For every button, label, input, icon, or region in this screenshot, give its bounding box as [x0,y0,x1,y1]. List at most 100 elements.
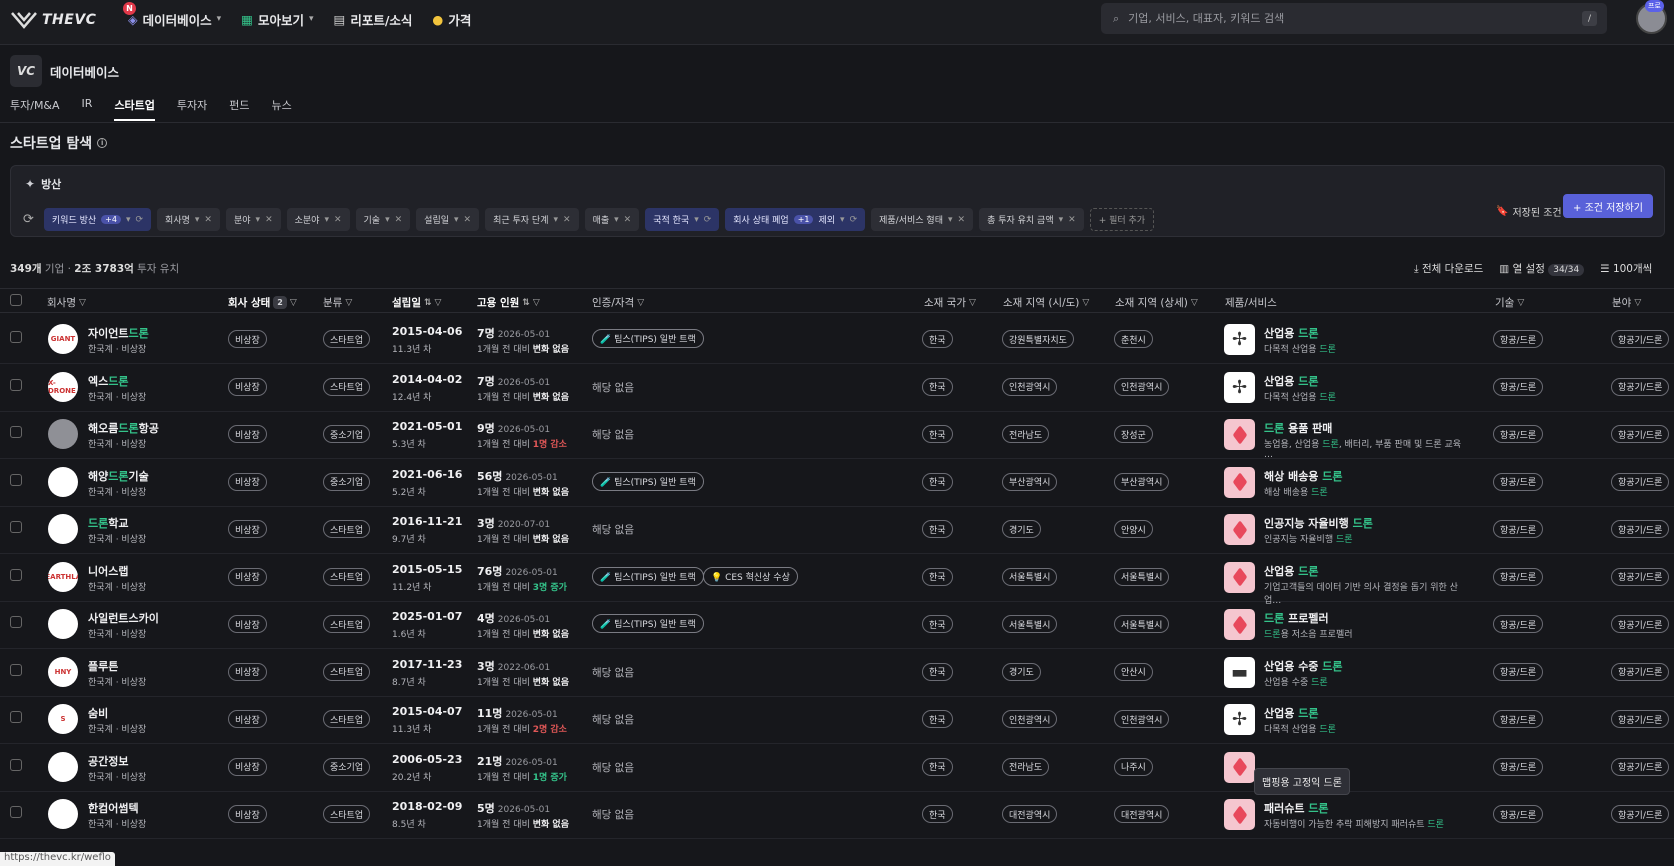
chevron-down-icon[interactable]: ▾ [948,215,953,225]
col-status[interactable]: 회사 상태 2 ▽ [228,295,297,310]
add-filter-button[interactable]: + 필터 추가 [1089,208,1155,231]
row-checkbox[interactable] [10,378,22,391]
product-image[interactable] [1224,514,1255,545]
filter-chip[interactable]: 매출 ▾ ✕ [584,208,640,231]
certification-badge[interactable]: 🧪 팁스(TIPS) 일반 트랙 [592,614,704,633]
nav-reports[interactable]: ▤ 리포트/소식 [334,10,413,29]
filter-chip[interactable]: 최근 투자 단계 ▾ ✕ [485,208,579,231]
row-checkbox[interactable] [10,473,22,486]
download-all-button[interactable]: ⤓ 전체 다운로드 [1414,261,1483,276]
filter-chip[interactable]: 키워드 방산 +4 ▾ ⟳ [43,208,152,231]
product-image[interactable]: ▬ [1224,656,1255,688]
col-field[interactable]: 분야 ▽ [1612,295,1641,310]
close-icon[interactable]: ✕ [563,215,571,225]
filter-icon[interactable]: ▽ [637,298,644,308]
filter-icon[interactable]: ▽ [435,298,442,308]
info-icon[interactable]: i [97,138,108,148]
company-name[interactable]: 한컴어썸텍 [88,800,139,816]
col-city[interactable]: 소재 지역 (상세) ▽ [1115,295,1198,310]
product-title[interactable]: 산업용 드론 [1264,563,1318,579]
company-name[interactable]: 사일런트스카이 [88,610,159,626]
refresh-icon[interactable]: ⟳ [850,215,858,225]
certification-badge[interactable]: 🧪 팁스(TIPS) 일반 트랙 [592,566,704,586]
filter-chip[interactable]: 제품/서비스 형태 ▾ ✕ [871,208,974,231]
table-row[interactable]: 해양드론기술 한국계 · 비상장 비상장 중소기업 2021-06-16 5.2년 차 56… [0,457,1674,507]
certification-badge[interactable]: 💡 CES 혁신상 수상 [703,566,798,586]
table-row[interactable]: 드론학교 한국계 · 비상장 비상장 스타트업 2016-11-21 9.7년 차 3명 20… [0,504,1674,554]
product-title[interactable]: 해상 배송용 드론 [1264,468,1343,484]
thevc-logo[interactable]: THEVC [10,9,96,31]
close-icon[interactable]: ✕ [395,215,403,225]
filter-icon[interactable]: ▽ [1517,298,1524,308]
column-settings-button[interactable]: ▥ 열 설정 34/34 [1499,261,1585,276]
filter-chip[interactable]: 회사 상태 폐업 +1 제외 ▾ ⟳ [725,208,866,231]
chevron-down-icon[interactable]: ▾ [840,215,845,225]
product-image[interactable]: ✢ [1224,324,1255,355]
row-checkbox[interactable] [10,616,22,628]
row-checkbox[interactable] [10,331,22,343]
saved-conditions-button[interactable]: 🔖 저장된 조건 [1496,204,1562,219]
company-name[interactable]: 니어스랩 [88,563,128,579]
filter-icon[interactable]: ▽ [345,298,352,308]
tab-ir[interactable]: IR [82,97,93,121]
chevron-down-icon[interactable]: ▾ [126,215,131,225]
company-name[interactable]: 공간정보 [88,753,128,769]
table-row[interactable]: 해오름드론항공 한국계 · 비상장 비상장 중소기업 2021-05-01 5.3년 차9… [0,409,1674,460]
chevron-down-icon[interactable]: ▾ [256,215,261,225]
product-title[interactable]: 패러슈트 드론 [1264,800,1329,816]
product-title[interactable]: 드론 용품 판매 [1264,420,1332,436]
sort-icon[interactable]: ⇅ [522,298,530,308]
product-image[interactable] [1224,751,1255,783]
row-checkbox[interactable] [10,663,22,676]
table-row[interactable]: S 숨비 한국계 · 비상장 비상장 스타트업 2015-04-07 11.3년 차 11명 2… [0,694,1674,744]
chevron-down-icon[interactable]: ▾ [385,215,390,225]
table-row[interactable]: X-DRONE 엑스드론 한국계 · 비상장 비상장 스타트업 2014-04-02 12.… [0,362,1674,412]
col-employees[interactable]: 고용 인원 ⇅ ▽ [477,295,540,310]
close-icon[interactable]: ✕ [334,215,342,225]
filter-chip[interactable]: 기술 ▾ ✕ [355,208,411,231]
row-checkbox[interactable] [10,758,22,771]
company-name[interactable]: 드론학교 [88,515,129,531]
filter-chip[interactable]: 국적 한국 ▾ ⟳ [645,208,720,231]
row-checkbox[interactable] [10,521,22,533]
company-name[interactable]: 숨비 [88,705,108,721]
filter-chip[interactable]: 설립일 ▾ ✕ [416,208,480,231]
close-icon[interactable]: ✕ [958,215,966,225]
product-title[interactable]: 인공지능 자율비행 드론 [1264,515,1373,531]
filter-icon[interactable]: ▽ [1634,298,1641,308]
filter-chip[interactable]: 소분야 ▾ ✕ [286,208,350,231]
col-region[interactable]: 소재 지역 (시/도) ▽ [1003,295,1089,310]
col-company[interactable]: 회사명 ▽ [47,295,86,310]
tab-startup[interactable]: 스타트업 [114,97,155,121]
table-row[interactable]: GIANT 자이언트드론 한국계 · 비상장 비상장 스타트업 2015-04-06 11.… [0,314,1674,364]
row-checkbox[interactable] [10,568,22,581]
refresh-icon[interactable]: ⟳ [704,215,712,225]
table-row[interactable]: 한컴어썸텍 한국계 · 비상장 비상장 스타트업 2018-02-09 8.5년 차 5명 2… [0,789,1674,839]
product-image[interactable]: ✢ [1224,371,1255,403]
row-checkbox[interactable] [10,806,22,818]
table-row[interactable]: 공간정보 한국계 · 비상장 비상장 중소기업 2006-05-23 20.2년 차 21명… [0,742,1674,792]
page-size-button[interactable]: ☰ 100개씩 [1600,261,1652,276]
sort-icon[interactable]: ⇅ [424,298,432,308]
company-name[interactable]: 해오름드론항공 [88,420,159,436]
tab-investor[interactable]: 투자자 [177,97,207,121]
chevron-down-icon[interactable]: ▾ [554,215,559,225]
table-row[interactable]: 사일런트스카이 한국계 · 비상장 비상장 스타트업 2025-01-07 1.6년 차 4… [0,599,1674,649]
filter-icon[interactable]: ▽ [1191,298,1198,308]
filter-icon[interactable]: ▽ [1082,298,1089,308]
filter-icon[interactable]: ▽ [79,298,86,308]
certification-badge[interactable]: 🧪 팁스(TIPS) 일반 트랙 [592,329,704,348]
tab-news[interactable]: 뉴스 [272,97,292,121]
table-row[interactable]: HNY 플루튼 한국계 · 비상장 비상장 스타트업 2017-11-23 8.7년 차 3명… [0,647,1674,697]
nav-database[interactable]: N ◈ 데이터베이스 ▾ [123,1,221,29]
product-image[interactable] [1224,466,1255,498]
filter-chip[interactable]: 분야 ▾ ✕ [225,208,281,231]
close-icon[interactable]: ✕ [1068,215,1076,225]
product-title[interactable]: 산업용 드론 [1264,705,1318,721]
nav-collection[interactable]: ▦ 모아보기 ▾ [241,10,313,29]
close-icon[interactable]: ✕ [265,215,273,225]
product-image[interactable] [1224,609,1255,640]
product-image[interactable] [1224,419,1255,450]
company-name[interactable]: 자이언트드론 [88,325,149,341]
product-title[interactable]: 산업용 드론 [1264,325,1318,341]
